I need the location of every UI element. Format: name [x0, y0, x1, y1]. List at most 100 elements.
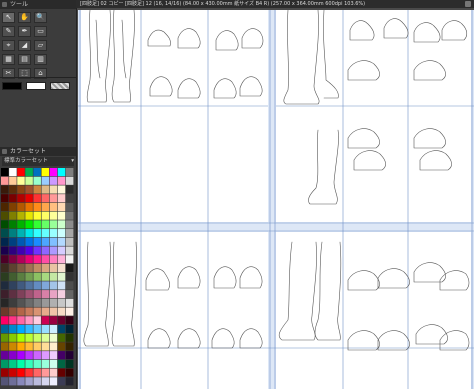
- palette-swatch[interactable]: [49, 368, 58, 377]
- palette-swatch[interactable]: [41, 263, 50, 273]
- palette-swatch[interactable]: [57, 298, 66, 307]
- palette-swatch[interactable]: [25, 281, 33, 290]
- palette-swatch[interactable]: [57, 324, 66, 334]
- palette-swatch[interactable]: [41, 202, 50, 211]
- palette-swatch[interactable]: [33, 377, 41, 386]
- palette-swatch[interactable]: [33, 359, 41, 368]
- palette-swatch[interactable]: [17, 290, 25, 299]
- palette-swatch[interactable]: [17, 263, 25, 273]
- zoom-icon[interactable]: 🔍: [34, 12, 47, 23]
- palette-swatch[interactable]: [25, 359, 33, 368]
- palette-swatch[interactable]: [57, 368, 66, 377]
- palette-swatch[interactable]: [33, 185, 41, 194]
- palette-swatch[interactable]: [65, 211, 74, 220]
- palette-swatch[interactable]: [9, 351, 17, 360]
- palette-swatch[interactable]: [1, 368, 9, 377]
- palette-swatch[interactable]: [25, 377, 33, 386]
- palette-swatch[interactable]: [41, 342, 50, 351]
- palette-swatch[interactable]: [65, 307, 74, 316]
- palette-swatch[interactable]: [9, 229, 17, 238]
- brush-icon[interactable]: ✒: [18, 26, 31, 37]
- palette-swatch[interactable]: [65, 290, 74, 299]
- rect-select-icon[interactable]: ▭: [34, 26, 47, 37]
- palette-swatch[interactable]: [65, 176, 74, 185]
- palette-swatch[interactable]: [49, 342, 58, 351]
- palette-swatch[interactable]: [9, 324, 17, 334]
- palette-swatch[interactable]: [1, 272, 9, 281]
- palette-swatch[interactable]: [1, 255, 9, 264]
- palette-swatch[interactable]: [65, 377, 74, 386]
- palette-swatch[interactable]: [65, 185, 74, 194]
- palette-swatch[interactable]: [57, 255, 66, 264]
- palette-swatch[interactable]: [49, 194, 58, 203]
- palette-swatch[interactable]: [33, 281, 41, 290]
- palette-swatch[interactable]: [33, 211, 41, 220]
- palette-swatch[interactable]: [33, 307, 41, 316]
- palette-swatch[interactable]: [17, 359, 25, 368]
- layer-icon[interactable]: ▤: [18, 54, 31, 65]
- palette-swatch[interactable]: [49, 229, 58, 238]
- palette-swatch[interactable]: [41, 185, 50, 194]
- palette-swatch[interactable]: [25, 263, 33, 273]
- color-set-selector[interactable]: 標準カラーセット ▾: [2, 157, 74, 166]
- palette-swatch[interactable]: [49, 220, 58, 229]
- palette-swatch[interactable]: [1, 290, 9, 299]
- grid-icon[interactable]: ▦: [2, 54, 15, 65]
- palette-swatch[interactable]: [57, 281, 66, 290]
- palette-swatch[interactable]: [17, 307, 25, 316]
- palette-swatch[interactable]: [33, 298, 41, 307]
- palette-swatch[interactable]: [57, 290, 66, 299]
- palette-swatch[interactable]: [49, 255, 58, 264]
- palette-swatch[interactable]: [1, 333, 9, 342]
- palette-swatch[interactable]: [33, 237, 41, 246]
- palette-swatch[interactable]: [57, 342, 66, 351]
- palette-swatch[interactable]: [9, 202, 17, 211]
- palette-swatch[interactable]: [57, 185, 66, 194]
- palette-swatch[interactable]: [25, 316, 33, 325]
- palette-swatch[interactable]: [9, 281, 17, 290]
- palette-swatch[interactable]: [17, 281, 25, 290]
- palette-swatch[interactable]: [9, 290, 17, 299]
- palette-swatch[interactable]: [25, 229, 33, 238]
- palette-swatch[interactable]: [49, 290, 58, 299]
- palette-swatch[interactable]: [17, 342, 25, 351]
- palette-swatch[interactable]: [49, 168, 58, 177]
- palette-swatch[interactable]: [17, 194, 25, 203]
- palette-swatch[interactable]: [17, 272, 25, 281]
- palette-swatch[interactable]: [57, 237, 66, 246]
- fill-icon[interactable]: ◢: [18, 40, 31, 51]
- palette-swatch[interactable]: [9, 342, 17, 351]
- palette-swatch[interactable]: [9, 185, 17, 194]
- palette-swatch[interactable]: [17, 176, 25, 185]
- palette-swatch[interactable]: [41, 324, 50, 334]
- palette-swatch[interactable]: [41, 368, 50, 377]
- palette-swatch[interactable]: [33, 342, 41, 351]
- palette-swatch[interactable]: [25, 342, 33, 351]
- palette-swatch[interactable]: [57, 168, 66, 177]
- palette-swatch[interactable]: [25, 168, 33, 177]
- ruler-icon[interactable]: ▥: [34, 54, 47, 65]
- menu-icon[interactable]: [2, 2, 7, 7]
- palette-swatch[interactable]: [49, 377, 58, 386]
- eyedropper-icon[interactable]: ⌖: [2, 40, 15, 51]
- palette-swatch[interactable]: [41, 272, 50, 281]
- palette-swatch[interactable]: [9, 333, 17, 342]
- palette-swatch[interactable]: [41, 281, 50, 290]
- palette-swatch[interactable]: [9, 194, 17, 203]
- palette-swatch[interactable]: [1, 307, 9, 316]
- palette-swatch[interactable]: [1, 263, 9, 273]
- palette-swatch[interactable]: [33, 351, 41, 360]
- palette-swatch[interactable]: [17, 237, 25, 246]
- palette-swatch[interactable]: [33, 168, 41, 177]
- palette-swatch[interactable]: [33, 229, 41, 238]
- palette-swatch[interactable]: [25, 220, 33, 229]
- palette-swatch[interactable]: [49, 316, 58, 325]
- palette-swatch[interactable]: [25, 272, 33, 281]
- palette-swatch[interactable]: [9, 272, 17, 281]
- palette-swatch[interactable]: [33, 176, 41, 185]
- palette-swatch[interactable]: [9, 168, 17, 177]
- palette-swatch[interactable]: [25, 185, 33, 194]
- palette-swatch[interactable]: [33, 290, 41, 299]
- palette-swatch[interactable]: [65, 255, 74, 264]
- palette-swatch[interactable]: [25, 194, 33, 203]
